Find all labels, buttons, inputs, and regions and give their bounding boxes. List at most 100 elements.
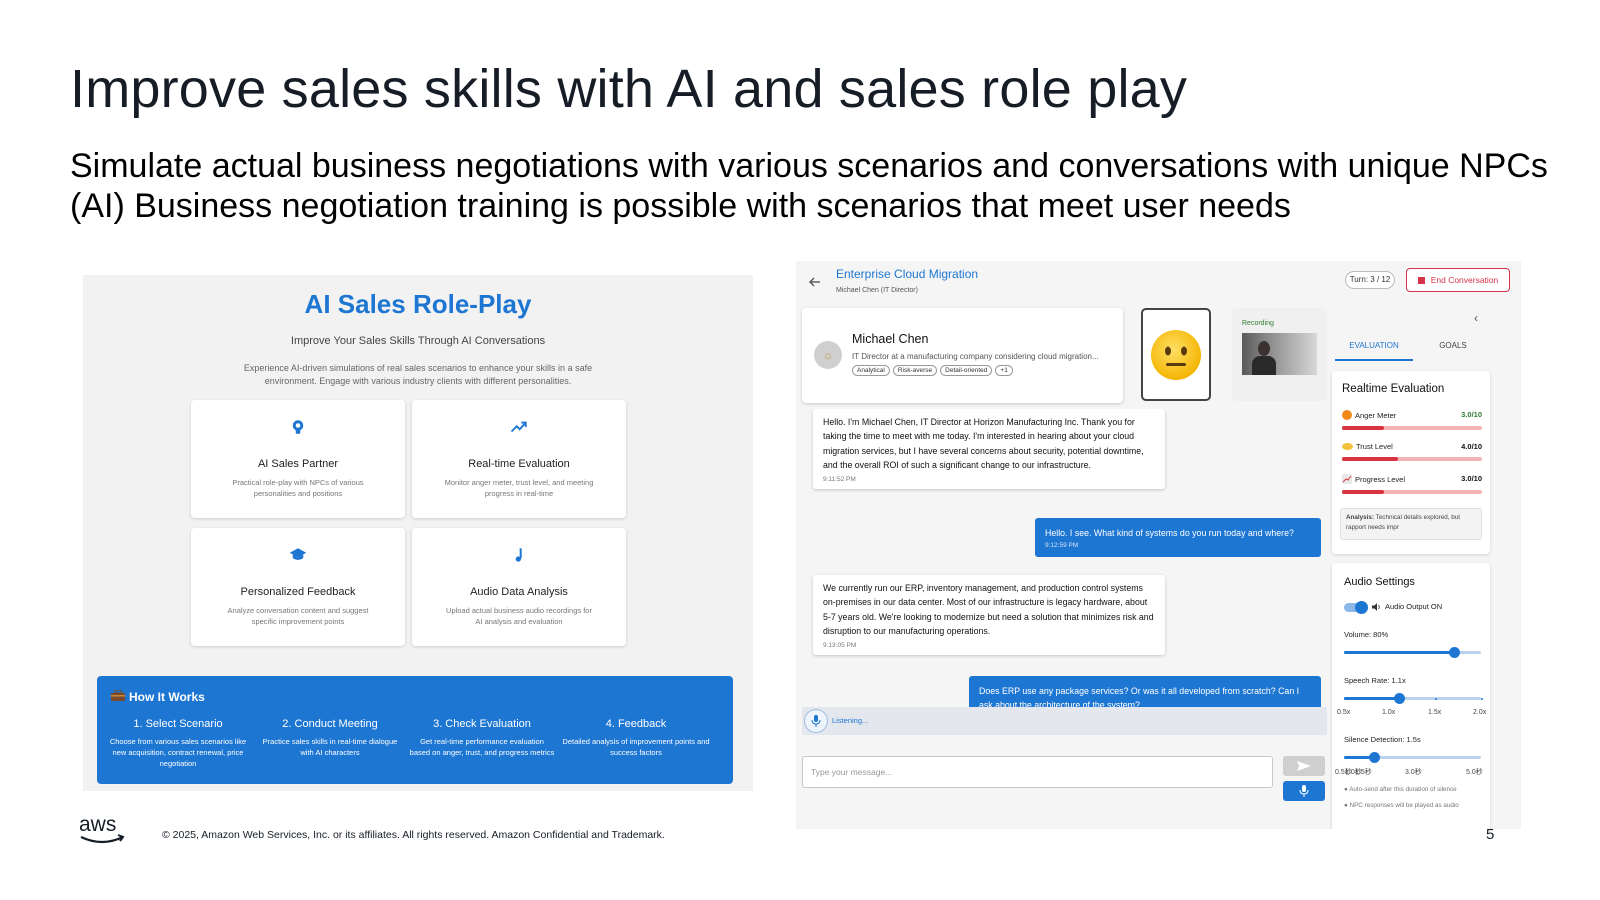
evaluation-title: Realtime Evaluation [1342,383,1445,395]
svg-text:aws: aws [79,813,116,836]
slider-tick [1389,698,1392,700]
how-step: 2. Conduct Meeting Practice sales skills… [257,718,403,758]
slide-title: Improve sales skills with AI and sales r… [70,59,1188,119]
user-message: Hello. I see. What kind of systems do yo… [1035,518,1321,558]
session-screenshot: Enterprise Cloud Migration Michael Chen … [796,261,1521,829]
music-note-icon [412,546,626,566]
volume-slider[interactable] [1344,647,1481,658]
how-step: 4. Feedback Detailed analysis of improve… [561,718,711,758]
how-it-works-panel: How It Works 1. Select Scenario Choose f… [97,676,733,784]
speaker-icon [1372,602,1380,611]
message-text: We currently run our ERP, inventory mana… [823,583,1154,637]
meter-value: 3.0/10 [1461,410,1482,419]
feature-card-audio-analysis[interactable]: Audio Data Analysis Upload actual busine… [412,528,626,646]
anger-face-icon [1342,410,1352,420]
meter-value: 4.0/10 [1461,442,1482,451]
how-step-title: 1. Select Scenario [133,718,223,730]
audio-output-toggle[interactable] [1344,601,1368,614]
realtime-evaluation-card: Realtime Evaluation Anger Meter 3.0/10 T… [1332,371,1490,554]
send-button[interactable] [1283,756,1325,776]
speech-rate-label: Speech Rate: 1.1x [1344,676,1406,685]
feature-title: Audio Data Analysis [470,586,568,598]
message-text: Hello. I'm Michael Chen, IT Director at … [823,417,1144,471]
how-step: 3. Check Evaluation Get real-time perfor… [409,718,555,758]
back-arrow-icon[interactable] [808,275,822,289]
chevron-left-icon[interactable]: ‹ [1474,311,1478,325]
npc-tag: Analytical [852,365,890,376]
stop-icon [1417,276,1425,284]
how-step: 1. Select Scenario Choose from various s… [105,718,251,769]
npc-tag: Risk-averse [892,365,938,376]
end-conversation-label: End Conversation [1430,275,1499,285]
chart-icon [1342,474,1352,484]
mic-icon[interactable] [804,709,828,733]
send-icon [1297,761,1311,771]
landing-title: AI Sales Role-Play [304,289,532,319]
feature-description: Practical role-play with NPCs of various… [232,478,364,498]
analysis-box: Analysis: Technical details explored, bu… [1340,508,1482,540]
user-message: Does ERP use any package services? Or wa… [969,676,1321,707]
voice-input-button[interactable] [1283,781,1325,801]
npc-role: IT Director at a manufacturing company c… [852,352,1099,361]
npc-tag-more[interactable]: +1 [995,365,1013,376]
recording-label: Recording [1242,320,1274,327]
meter-label: Trust Level [1356,442,1393,451]
landing-description: Experience AI-driven simulations of real… [243,363,593,386]
npc-tags: Analytical Risk-averse Detail-oriented +… [852,365,1013,376]
neutral-face-icon [1151,329,1201,380]
trust-level: Trust Level 4.0/10 [1342,442,1482,461]
silence-note: ● Auto-send after this duration of silen… [1344,786,1457,793]
trending-up-icon [412,418,626,438]
audio-settings-card: Audio Settings Audio Output ON Volume: 8… [1332,563,1490,829]
how-step-description: Choose from various sales scenarios like… [109,737,247,768]
how-step-description: Get real-time performance evaluation bas… [409,737,555,757]
feature-description: Upload actual business audio recordings … [446,606,592,626]
anger-meter: Anger Meter 3.0/10 [1342,410,1482,430]
silence-detection-slider[interactable] [1344,752,1481,763]
message-text: Does ERP use any package services? Or wa… [979,686,1300,707]
feature-title: Real-time Evaluation [468,458,570,470]
audio-output-status: Audio Output ON [1372,602,1442,611]
npc-emotion-panel [1141,308,1211,401]
silence-detection-label: Silence Detection: 1.5s [1344,735,1421,744]
landing-screenshot: AI Sales Role-Play Improve Your Sales Sk… [83,275,753,791]
slider-tick [1481,698,1483,700]
avatar: ☼ [814,341,842,369]
feature-card-realtime-evaluation[interactable]: Real-time Evaluation Monitor anger meter… [412,400,626,518]
feature-title: Personalized Feedback [240,586,356,598]
handshake-icon [1342,443,1353,450]
meter-value: 3.0/10 [1461,474,1482,483]
feature-title: AI Sales Partner [257,458,339,470]
listening-status: Listening... [832,716,869,725]
speech-mark: 1.5x [1428,709,1442,716]
volume-label: Volume: 80% [1344,630,1389,639]
end-conversation-button[interactable]: End Conversation [1406,268,1510,292]
how-it-works-title: How It Works [129,690,205,704]
chat-log[interactable]: Hello. I'm Michael Chen, IT Director at … [802,409,1327,707]
turn-counter: Turn: 3 / 12 [1345,271,1395,289]
message-time: 9:12:59 PM [1045,542,1079,550]
how-it-works-heading: How It Works [111,689,205,704]
speech-rate-slider[interactable] [1344,693,1483,704]
scenario-title: Enterprise Cloud Migration [836,267,979,281]
scenario-subtitle: Michael Chen (IT Director) [836,287,918,294]
tab-evaluation[interactable]: EVALUATION [1335,331,1413,361]
feature-card-ai-partner[interactable]: AI Sales Partner Practical role-play wit… [191,400,405,518]
progress-level: Progress Level 3.0/10 [1342,474,1482,494]
aws-logo: aws [78,812,126,848]
npc-name: Michael Chen [852,332,929,346]
feature-description: Analyze conversation content and suggest… [227,606,369,626]
webcam-panel: Recording [1232,308,1327,401]
feature-description: Monitor anger meter, trust level, and me… [444,478,594,498]
slider-tick [1344,698,1346,700]
brain-icon [191,418,405,438]
message-input[interactable]: Type your message... [802,756,1273,788]
message-text: Hello. I see. What kind of systems do yo… [1045,528,1294,538]
feature-card-personalized-feedback[interactable]: Personalized Feedback Analyze conversati… [191,528,405,646]
audio-settings-title: Audio Settings [1344,576,1415,588]
npc-message: Hello. I'm Michael Chen, IT Director at … [813,409,1165,489]
speech-mark: 1.0x [1382,709,1396,716]
how-step-description: Practice sales skills in real-time dialo… [262,737,398,757]
how-step-description: Detailed analysis of improvement points … [562,737,710,757]
tab-goals[interactable]: GOALS [1414,331,1492,361]
